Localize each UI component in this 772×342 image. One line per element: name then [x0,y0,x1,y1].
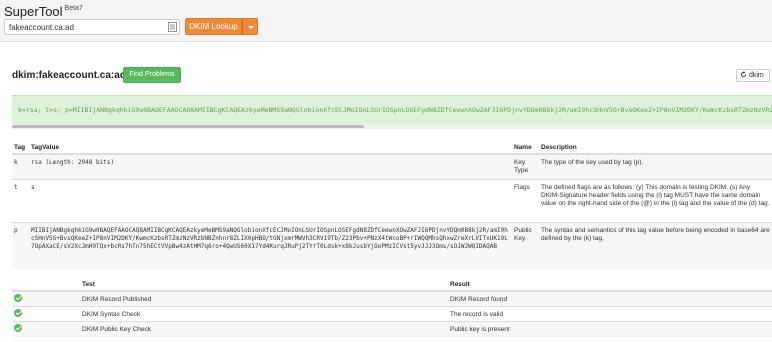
chevron-down-icon [248,26,254,29]
status-cell [12,306,80,322]
table-row: DKIM Public Key Check Public key is pres… [12,321,772,337]
test-cell: DKIM Record Published [80,290,448,307]
column-header-result[interactable]: Result [448,278,772,292]
tag-cell: k [12,153,29,180]
find-problems-button[interactable]: Find Problems [123,67,181,83]
tag-description-cell: The defined flags are as follows: (y) Th… [539,179,772,223]
column-header-test[interactable]: Test [80,278,448,292]
refresh-button[interactable]: dkim [736,69,770,82]
table-row: t s Flags The defined flags are as follo… [12,179,772,223]
search-icon[interactable] [168,22,177,32]
tag-table: Tag TagValue Name Description k rsa (Len… [12,142,772,269]
brand-name[interactable]: SuperTool [4,4,63,19]
tag-name-cell: Public Key [512,222,539,269]
beta-badge: Beta7 [64,5,83,12]
tag-value-cell: s [29,179,512,223]
column-header-status [12,278,80,292]
tag-name-cell: Flags [512,179,539,223]
record-horizontal-scrollbar[interactable] [12,124,772,129]
check-circle-icon [14,294,22,302]
domain-search-input[interactable] [4,19,180,35]
table-row: DKIM Record Published DKIM Record found [12,290,772,307]
checks-table-header: Test Result [12,278,772,292]
dkim-record-text: k=rsa; t=s; p=MIIBIjANBgkqhkiG9w0BAQEFAA… [18,106,772,114]
column-header-tagvalue[interactable]: TagValue [29,142,512,155]
test-cell: DKIM Syntax Check [80,306,448,322]
test-cell: DKIM Public Key Check [80,321,448,337]
refresh-label: dkim [748,72,764,79]
dkim-lookup-button[interactable]: DKIM Lookup [185,18,242,35]
app-brand[interactable]: SuperTool Beta7 [4,4,83,19]
tag-cell: t [12,179,29,223]
column-header-tag[interactable]: Tag [12,142,29,155]
tag-value-cell: rsa (Length: 2048 bits) [29,153,512,180]
tag-cell: p [12,222,29,269]
tag-table-header: Tag TagValue Name Description [12,142,772,155]
checks-table: Test Result DKIM Record Published DKIM R… [12,278,772,337]
record-title: dkim:fakeaccount.ca:ad [12,70,126,81]
refresh-icon [740,71,747,78]
tag-value-cell: MIIBIjANBgkqhkiG9w0BAQEFAAOCAQ8AMIIBCgKC… [29,222,512,269]
lookup-dropdown-button[interactable] [242,18,258,35]
status-cell [12,290,80,307]
result-cell: The record is valid [448,306,772,322]
scrollbar-thumb[interactable] [12,125,364,128]
top-bar: SuperToolBeta7 DKIM Lookup [0,0,772,42]
result-cell: DKIM Record found [448,290,772,307]
check-circle-icon [14,324,22,333]
status-cell [12,321,80,337]
tag-description-cell: The syntax and semantics of this tag val… [539,222,772,269]
table-row: k rsa (Length: 2048 bits) Key Type The t… [12,153,772,180]
result-cell: Public key is present [448,321,772,337]
column-header-name[interactable]: Name [512,142,539,155]
tag-description-cell: The type of the key used by tag (p). [539,153,772,180]
table-row: p MIIBIjANBgkqhkiG9w0BAQEFAAOCAQ8AMIIBCg… [12,222,772,269]
check-circle-icon [14,309,22,317]
table-row: DKIM Syntax Check The record is valid [12,306,772,322]
tag-name-cell: Key Type [512,153,539,180]
column-header-description[interactable]: Description [539,142,772,155]
